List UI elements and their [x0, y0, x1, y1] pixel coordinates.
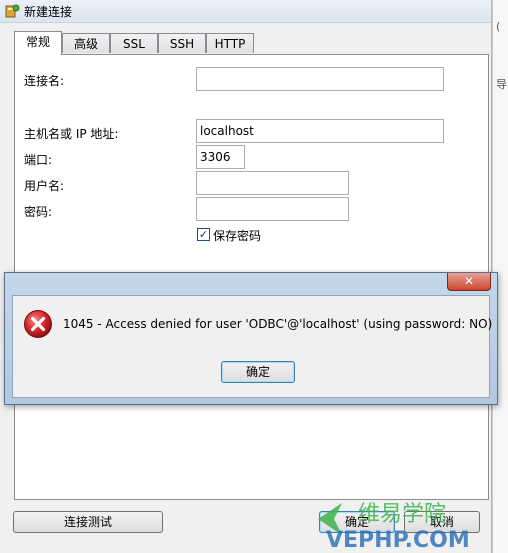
tab-ssh[interactable]: SSH: [158, 33, 206, 53]
error-dialog-body: 1045 - Access denied for user 'ODBC'@'lo…: [12, 295, 493, 398]
port-label: 端口:: [24, 153, 53, 167]
tab-ssl[interactable]: SSL: [110, 33, 158, 53]
tab-advanced[interactable]: 高级: [62, 33, 110, 53]
password-label: 密码:: [24, 205, 53, 219]
error-ok-button[interactable]: 确定: [221, 361, 295, 383]
connection-icon: [5, 4, 20, 18]
dialog-close-button[interactable]: ✕: [447, 273, 491, 291]
screen: 新建连接 常规 高级 SSL SSH HTTP 连接名: 主机名或 IP 地址:…: [0, 0, 508, 553]
tab-http[interactable]: HTTP: [206, 33, 254, 53]
username-label: 用户名:: [24, 179, 65, 193]
error-dialog: ✕ 1045 - Access denied for user 'ODBC'@'…: [4, 272, 498, 405]
watermark-url: VEPHP.COM: [326, 528, 470, 551]
window-title: 新建连接: [24, 5, 73, 19]
strip-glyph-top: (: [496, 20, 501, 33]
connection-name-input[interactable]: [196, 67, 444, 91]
tab-general[interactable]: 常规: [14, 31, 62, 55]
password-input[interactable]: [196, 197, 349, 221]
port-input[interactable]: 3306: [196, 145, 245, 169]
watermark-logo: 维易学院 VEPHP.COM: [318, 502, 470, 551]
save-password-checkbox[interactable]: ✓: [197, 228, 210, 241]
error-message: 1045 - Access denied for user 'ODBC'@'lo…: [63, 317, 493, 331]
watermark-text: 维易学院: [358, 502, 446, 527]
strip-glyph-bottom: 导: [496, 78, 507, 91]
host-label: 主机名或 IP 地址:: [24, 127, 119, 141]
error-icon: [24, 310, 52, 338]
connection-name-label: 连接名:: [24, 74, 65, 88]
host-input[interactable]: localhost: [196, 119, 444, 143]
test-connection-button[interactable]: 连接测试: [13, 511, 163, 533]
title-bar[interactable]: 新建连接: [0, 0, 491, 23]
username-input[interactable]: [196, 171, 349, 195]
save-password-label: 保存密码: [213, 229, 262, 243]
